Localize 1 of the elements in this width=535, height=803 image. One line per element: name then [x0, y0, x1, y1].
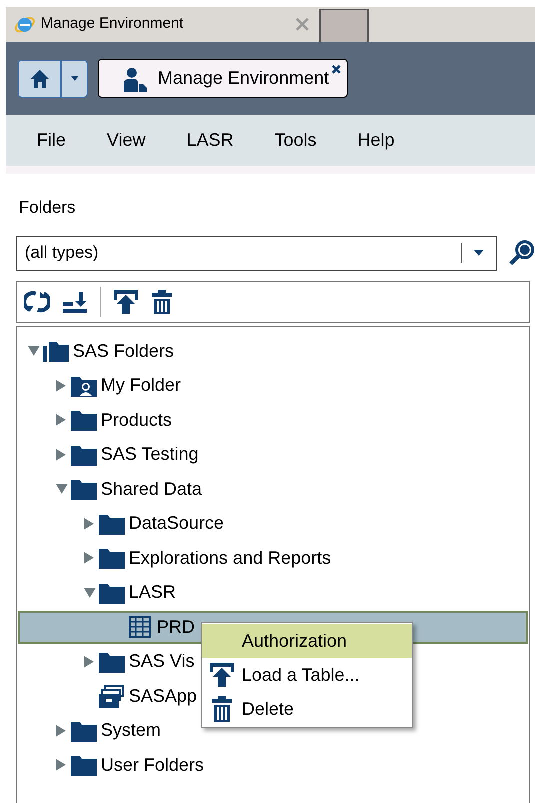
panel-title: Folders	[19, 197, 76, 219]
